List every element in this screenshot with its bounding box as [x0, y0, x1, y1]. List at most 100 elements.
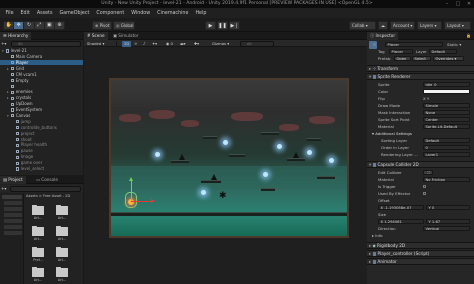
sprite-field[interactable]: Idle_0	[423, 82, 470, 88]
create-plus-icon[interactable]: +▾	[1, 41, 9, 47]
tag-dropdown[interactable]: Player	[389, 49, 413, 55]
capsule-collider-header[interactable]: ▾ Capsule Collider 2D	[367, 161, 474, 168]
step-button[interactable]: ▶❘	[229, 21, 240, 30]
hidden-objects-icon[interactable]: ◉ 0	[166, 41, 173, 47]
hierarchy-item[interactable]: Main Camera	[0, 54, 83, 60]
hand-tool-icon[interactable]: ✋	[4, 22, 15, 29]
rect-tool-icon[interactable]: ▣	[45, 22, 55, 29]
hierarchy-item[interactable]: game over	[0, 160, 83, 166]
animator-header[interactable]: ▸ Animator	[367, 258, 474, 265]
project-search-input[interactable]	[10, 185, 81, 192]
transform-tool-icon[interactable]: ⊕	[55, 22, 64, 29]
hierarchy-item[interactable]: CM vcam1	[0, 72, 83, 78]
audio-icon[interactable]: ♪	[143, 41, 145, 47]
hierarchy-item[interactable]	[0, 83, 83, 89]
active-checkbox[interactable]	[373, 42, 377, 46]
gizmos-dropdown[interactable]: Gizmos ▾	[212, 41, 229, 47]
sprite-renderer-enabled-checkbox[interactable]	[372, 75, 376, 79]
hierarchy-item[interactable]: controlde_buttons	[0, 125, 83, 131]
size-y-field[interactable]: Y 1.67	[426, 219, 470, 225]
pause-button[interactable]: ❚❚	[217, 21, 228, 30]
tree-row[interactable]	[4, 225, 22, 229]
menu-edit[interactable]: Edit	[21, 11, 30, 16]
sort-point-dropdown[interactable]: Center	[423, 117, 470, 123]
pivot-toggle[interactable]: ⊕ Pivot	[92, 21, 112, 30]
account-button[interactable]: Account ▾	[390, 21, 415, 30]
flip-checkboxes[interactable]: X Y	[423, 96, 429, 102]
tab-hierarchy[interactable]: ☰ Hierarchy	[0, 32, 32, 40]
enemy-sprite[interactable]: ✱	[219, 192, 228, 201]
menu-file[interactable]: File	[6, 11, 14, 16]
offset-y-field[interactable]: Y 0	[426, 205, 470, 211]
prefab-select-button[interactable]: Select	[412, 56, 431, 62]
close-icon[interactable]: ✕	[464, 0, 474, 8]
tree-row[interactable]	[4, 207, 22, 211]
hierarchy-item[interactable]: ▾ Canvas	[0, 113, 83, 119]
global-toggle[interactable]: ◎ Global	[113, 21, 135, 30]
collider-material-field[interactable]: No Friction	[423, 177, 470, 183]
hierarchy-search-input[interactable]: All	[11, 41, 81, 47]
hierarchy-item[interactable]: jump	[0, 119, 83, 125]
hierarchy-item[interactable]: ▸ crystals	[0, 95, 83, 101]
hierarchy-item[interactable]: EventSystem	[0, 107, 83, 113]
additional-settings-foldout[interactable]: ▾ Additional Settings	[372, 131, 412, 137]
sorting-layer-dropdown[interactable]: Default	[423, 138, 470, 144]
tab-project[interactable]: ▤ Project	[0, 176, 26, 184]
player-controller-header[interactable]: ▸ Player_controller (Script)	[367, 250, 474, 257]
shading-mode-dropdown[interactable]: Shaded ▾	[87, 40, 117, 47]
player-controller-enabled-checkbox[interactable]	[372, 252, 376, 256]
move-gizmo-y-axis[interactable]	[130, 180, 132, 201]
tree-row[interactable]	[4, 201, 22, 205]
is-trigger-checkbox[interactable]	[423, 185, 427, 189]
static-toggle[interactable]: Static ▾	[447, 42, 461, 48]
object-name-field[interactable]: Player	[385, 42, 443, 48]
layer-dropdown[interactable]: Default	[429, 49, 457, 55]
move-gizmo-x-arrow[interactable]	[151, 199, 155, 203]
menu-help[interactable]: Help	[195, 11, 206, 16]
transform-component-header[interactable]: ▸ ⊹ Transform	[367, 65, 474, 72]
tools-icon[interactable]: ✚▾	[194, 41, 199, 47]
order-in-layer-field[interactable]: 0	[423, 145, 470, 151]
effects-icon[interactable]: ✦▾	[152, 41, 157, 47]
hierarchy-item[interactable]: level_select	[0, 166, 83, 172]
tab-scene[interactable]: # Scene	[84, 32, 108, 40]
sprite-material-field[interactable]: Sprite-Lit-Default	[423, 124, 470, 130]
move-tool-icon[interactable]: ✥	[14, 22, 25, 29]
tab-simulator[interactable]: ▣ Simulator	[110, 32, 142, 40]
sprite-renderer-header[interactable]: ▾ Sprite Renderer	[367, 73, 474, 80]
tree-row[interactable]	[2, 195, 22, 199]
menu-gameobject[interactable]: GameObject	[59, 11, 89, 16]
hierarchy-item[interactable]: ▾ level-21	[0, 48, 83, 54]
move-gizmo-y-arrow[interactable]	[128, 177, 133, 181]
hierarchy-item[interactable]: pause	[0, 148, 83, 154]
move-gizmo-x-axis[interactable]	[131, 201, 153, 203]
menu-window[interactable]: Window	[131, 11, 150, 16]
folder-icon[interactable]	[56, 225, 68, 236]
tree-row[interactable]	[4, 219, 22, 223]
info-foldout[interactable]: ▸ Info	[372, 233, 383, 239]
offset-x-field[interactable]: X -1.193058e-07	[378, 205, 424, 211]
tab-console[interactable]: ▭ Console	[33, 176, 61, 184]
rigidbody-header[interactable]: ▸ ◆ Rigidbody 2D	[367, 242, 474, 249]
project-create-plus-icon[interactable]: +▾	[1, 185, 6, 192]
draw-mode-dropdown[interactable]: Simple	[423, 103, 470, 109]
color-swatch[interactable]	[423, 89, 470, 95]
hierarchy-item[interactable]: Player health	[0, 142, 83, 148]
folder-icon[interactable]	[32, 246, 44, 257]
prefab-overrides-button[interactable]: Overrides ▾	[433, 56, 464, 62]
used-by-effector-checkbox[interactable]	[423, 192, 427, 196]
project-breadcrumb[interactable]: Assets > Free Asset - 2D	[26, 193, 83, 200]
lighting-icon[interactable]: ☼	[134, 41, 137, 47]
hierarchy-item[interactable]: Empty	[0, 78, 83, 84]
hierarchy-item[interactable]: UpDown	[0, 101, 83, 107]
hierarchy-item[interactable]: ▸ enemies	[0, 89, 83, 95]
hierarchy-item[interactable]: ▸ Grid	[0, 66, 83, 72]
hierarchy-item[interactable]: Image	[0, 154, 83, 160]
collab-button[interactable]: Collab ▾	[349, 21, 376, 30]
game-level-canvas[interactable]: ✱	[109, 78, 349, 238]
edit-collider-button[interactable]: ⛶	[423, 170, 433, 176]
animator-enabled-checkbox[interactable]	[372, 260, 376, 264]
size-x-field[interactable]: X 1.294061	[378, 219, 424, 225]
camera-icon[interactable]: ▬▾	[180, 41, 186, 47]
menu-component[interactable]: Component	[96, 11, 124, 16]
